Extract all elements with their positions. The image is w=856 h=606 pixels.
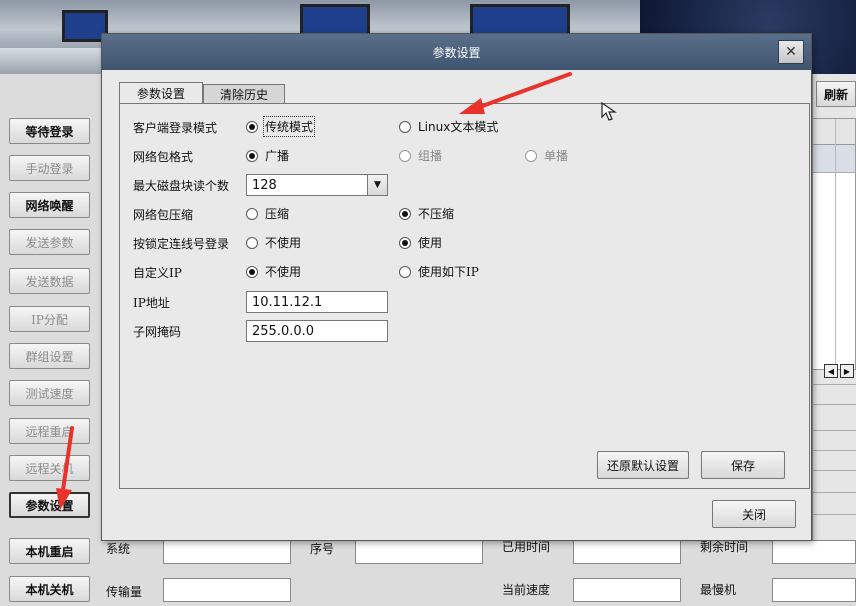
radio-broadcast[interactable]: 广播 [246, 147, 289, 164]
radio-dot[interactable] [399, 265, 411, 278]
scroll-left-icon[interactable]: ◀ [824, 364, 838, 378]
side-button-wake-on-lan[interactable]: 网络唤醒 [9, 192, 90, 218]
radio-no-compress[interactable]: 不压缩 [399, 205, 454, 222]
select-value: 128 [252, 177, 277, 193]
radio-label: 使用 [418, 236, 443, 250]
monitor-image [470, 4, 570, 36]
side-button-manual-login[interactable]: 手动登录 [9, 155, 90, 181]
radio-linux-text-mode[interactable]: Linux文本模式 [399, 118, 498, 135]
dialog-titlebar[interactable]: 参数设置 ✕ [102, 34, 811, 70]
radio-label: 压缩 [265, 207, 290, 221]
close-button[interactable]: 关闭 [712, 500, 796, 528]
current-speed-field [573, 578, 681, 602]
radio-label: 不使用 [265, 265, 302, 279]
chevron-down-icon[interactable]: ▼ [367, 175, 387, 195]
lock-seq-login-label: 按锁定连线号登录 [133, 237, 230, 251]
radio-dot[interactable] [246, 149, 258, 162]
radio-dot[interactable] [399, 120, 411, 133]
close-icon[interactable]: ✕ [778, 40, 804, 64]
subnet-mask-label: 子网掩码 [133, 325, 182, 339]
radio-label: 不压缩 [418, 207, 455, 221]
side-button-group-settings[interactable]: 群组设置 [9, 343, 90, 369]
side-button-send-params[interactable]: 发送参数 [9, 229, 90, 255]
login-mode-label: 客户端登录模式 [133, 121, 218, 135]
radio-label: 不使用 [265, 236, 302, 250]
packet-format-label: 网络包格式 [133, 150, 194, 164]
tab-panel-param-settings: 客户端登录模式 传统模式 Linux文本模式 网络包格式 广播 组播 单播 最大… [119, 103, 810, 489]
client-grid [812, 118, 856, 371]
subnet-mask-input[interactable]: 255.0.0.0 [246, 320, 388, 342]
horizontal-scrollbar[interactable]: ◀ ▶ [824, 364, 856, 380]
radio-label: 广播 [265, 149, 290, 163]
seq-label: 序号 [310, 542, 335, 556]
tab-clear-history[interactable]: 清除历史 [203, 84, 285, 104]
radio-dot[interactable] [399, 207, 411, 220]
radio-label: 使用如下IP [418, 265, 479, 279]
system-field [163, 540, 291, 564]
transfer-label: 传输量 [106, 585, 143, 599]
remaining-time-field [772, 540, 856, 564]
radio-multicast[interactable]: 组播 [399, 147, 442, 164]
radio-traditional-mode[interactable]: 传统模式 [246, 116, 316, 137]
max-disk-blocks-label: 最大磁盘块读个数 [133, 179, 230, 193]
dialog-title: 参数设置 [432, 45, 481, 60]
radio-dot[interactable] [246, 207, 258, 220]
slowest-label: 最慢机 [700, 583, 737, 597]
tab-param-settings[interactable]: 参数设置 [119, 82, 203, 104]
radio-custom-ip-off[interactable]: 不使用 [246, 263, 301, 280]
radio-dot[interactable] [246, 236, 258, 249]
restore-defaults-button[interactable]: 还原默认设置 [597, 451, 689, 479]
side-button-wait-login[interactable]: 等待登录 [9, 118, 90, 144]
radio-label: 组播 [418, 149, 443, 163]
max-disk-blocks-select[interactable]: 128 ▼ [246, 174, 388, 196]
mouse-cursor-icon [601, 101, 617, 121]
radio-dot[interactable] [525, 149, 537, 162]
radio-label: 传统模式 [262, 116, 316, 137]
radio-label: Linux文本模式 [418, 120, 499, 134]
refresh-button[interactable]: 刷新 [816, 81, 856, 107]
radio-dot[interactable] [399, 236, 411, 249]
radio-dot[interactable] [246, 120, 258, 133]
side-button-local-restart[interactable]: 本机重启 [9, 538, 90, 564]
left-command-panel [0, 74, 100, 606]
annotation-arrow-icon [459, 72, 572, 114]
radio-label: 单播 [544, 149, 569, 163]
current-speed-label: 当前速度 [502, 583, 551, 597]
system-label: 系统 [106, 542, 131, 556]
slowest-field [772, 578, 856, 602]
side-button-speed-test[interactable]: 测试速度 [9, 380, 90, 406]
side-button-send-data[interactable]: 发送数据 [9, 268, 90, 294]
custom-ip-label: 自定义IP [133, 266, 182, 280]
save-button[interactable]: 保存 [701, 451, 785, 479]
transfer-field [163, 578, 291, 602]
annotation-arrow-icon [56, 426, 74, 510]
ip-address-label: IP地址 [133, 296, 170, 310]
scroll-right-icon[interactable]: ▶ [840, 364, 854, 378]
ip-address-input[interactable]: 10.11.12.1 [246, 291, 388, 313]
radio-dot[interactable] [246, 265, 258, 278]
seq-field [355, 540, 483, 564]
radio-unicast[interactable]: 单播 [525, 147, 568, 164]
side-button-local-shutdown[interactable]: 本机关机 [9, 576, 90, 602]
radio-custom-ip-on[interactable]: 使用如下IP [399, 263, 479, 280]
side-button-ip-assign[interactable]: IP分配 [9, 306, 90, 332]
radio-lock-seq-off[interactable]: 不使用 [246, 234, 301, 251]
compression-label: 网络包压缩 [133, 208, 194, 222]
radio-compress[interactable]: 压缩 [246, 205, 289, 222]
used-time-field [573, 540, 681, 564]
radio-dot[interactable] [399, 149, 411, 162]
radio-lock-seq-on[interactable]: 使用 [399, 234, 442, 251]
